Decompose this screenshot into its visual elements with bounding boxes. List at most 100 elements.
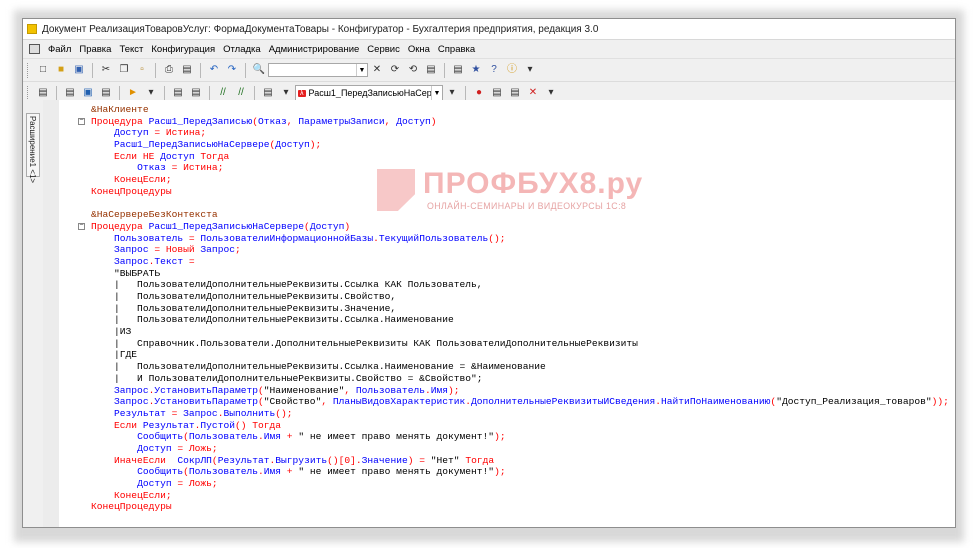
code-line[interactable]: Запрос.УстановитьПараметр("Наименование"… xyxy=(59,385,949,397)
database-icon[interactable]: ▣ xyxy=(81,87,95,100)
block-icon[interactable]: ▤ xyxy=(171,87,185,100)
code-line[interactable]: Результат = Запрос.Выполнить(); xyxy=(59,408,949,420)
code-line[interactable]: Процедура Расш1_ПередЗаписью(Отказ, Пара… xyxy=(59,116,949,128)
find-icon[interactable]: 🔍 xyxy=(252,64,266,77)
comment-icon[interactable]: // xyxy=(216,87,230,100)
breakpoint-icon[interactable]: ● xyxy=(472,87,486,100)
chevron-down-icon[interactable]: ▼ xyxy=(431,86,442,100)
find-next-icon[interactable]: ⟳ xyxy=(388,64,402,77)
find-previous-icon[interactable]: ⟲ xyxy=(406,64,420,77)
block-format-icon[interactable]: ▤ xyxy=(189,87,203,100)
menu-configuration[interactable]: Конфигурация xyxy=(147,44,219,55)
code-line[interactable]: &НаКлиенте xyxy=(59,104,949,116)
syntax-assistant-icon[interactable]: ▤ xyxy=(451,64,465,77)
cut-icon[interactable]: ✂ xyxy=(99,64,113,77)
toolbar-grip[interactable] xyxy=(27,62,31,78)
code-line[interactable]: Сообщить(Пользователь.Имя + " не имеет п… xyxy=(59,466,949,478)
toolbar-options-icon[interactable]: ▾ xyxy=(144,87,158,100)
undo-icon[interactable]: ↶ xyxy=(207,64,221,77)
code-line[interactable]: Расш1_ПередЗаписьюНаСервере(Доступ); xyxy=(59,139,949,151)
disable-breakpoint-icon[interactable]: ▤ xyxy=(490,87,504,100)
window-list-icon[interactable]: ▤ xyxy=(99,87,113,100)
print-icon[interactable]: ⎙ xyxy=(162,64,176,77)
redo-icon[interactable]: ↷ xyxy=(225,64,239,77)
code-line[interactable]: Пользователь = ПользователиИнформационно… xyxy=(59,233,949,245)
chevron-down-icon[interactable]: ▼ xyxy=(356,64,367,76)
procedure-selector[interactable]: λ Расш1_ПередЗаписьюНаСерве ▼ xyxy=(295,85,443,101)
help-icon[interactable]: ? xyxy=(487,64,501,77)
code-line-text: "ВЫБРАТЬ xyxy=(91,267,161,279)
code-line[interactable]: |ИЗ xyxy=(59,326,949,338)
paste-icon[interactable]: ▫ xyxy=(135,64,149,77)
code-line[interactable]: Процедура Расш1_ПередЗаписьюНаСервере(До… xyxy=(59,221,949,233)
menu-debug[interactable]: Отладка xyxy=(219,44,265,55)
code-line[interactable]: КонецПроцедуры xyxy=(59,501,949,513)
start-debugging-icon[interactable]: ► xyxy=(126,87,140,100)
menu-text[interactable]: Текст xyxy=(115,44,147,55)
code-line[interactable]: КонецЕсли; xyxy=(59,490,949,502)
code-line[interactable]: | И ПользователиДополнительныеРеквизиты.… xyxy=(59,373,949,385)
toolbar-separator xyxy=(444,62,445,78)
code-line[interactable]: | ПользователиДополнительныеРеквизиты.Сс… xyxy=(59,314,949,326)
code-line[interactable]: | ПользователиДополнительныеРеквизиты.Сс… xyxy=(59,361,949,373)
toolbar-options-icon[interactable]: ▾ xyxy=(544,87,558,100)
toolbar-separator xyxy=(465,85,466,101)
code-line[interactable]: Если Результат.Пустой() Тогда xyxy=(59,420,949,432)
window-menu-icon[interactable] xyxy=(29,44,40,54)
wizard-icon[interactable]: ★ xyxy=(469,64,483,77)
toolbar-grip[interactable] xyxy=(27,85,31,101)
code-line[interactable]: Запрос.УстановитьПараметр("Свойство", Пл… xyxy=(59,396,949,408)
preview-icon[interactable]: ▤ xyxy=(180,64,194,77)
menu-help[interactable]: Справка xyxy=(434,44,479,55)
code-line-text: Сообщить(Пользователь.Имя + " не имеет п… xyxy=(137,466,506,478)
procedure-list-icon[interactable]: ▤ xyxy=(261,87,275,100)
code-line[interactable]: "ВЫБРАТЬ xyxy=(59,268,949,280)
delete-breakpoints-icon[interactable]: ✕ xyxy=(526,87,540,100)
menu-file[interactable]: Файл xyxy=(44,44,75,55)
code-line[interactable]: Запрос.Текст = xyxy=(59,256,949,268)
code-line[interactable]: Доступ = Истина; xyxy=(59,127,949,139)
code-line-text: Если Результат.Пустой() Тогда xyxy=(114,419,282,431)
code-line-text: |ГДЕ xyxy=(91,349,138,361)
code-line[interactable]: | ПользователиДополнительныеРеквизиты.Зн… xyxy=(59,303,949,315)
code-line[interactable]: Если НЕ Доступ Тогда xyxy=(59,151,949,163)
menu-administration[interactable]: Администрирование xyxy=(265,44,364,55)
toolbar-options-icon[interactable]: ▾ xyxy=(445,87,459,100)
toolbar-options-icon[interactable]: ▾ xyxy=(279,87,293,100)
save-icon[interactable]: ▣ xyxy=(72,64,86,77)
code-line[interactable]: | ПользователиДополнительныеРеквизиты.Сс… xyxy=(59,279,949,291)
code-line-text: Запрос.Текст = xyxy=(114,255,195,267)
menu-edit[interactable]: Правка xyxy=(75,44,115,55)
code-line-text: Процедура Расш1_ПередЗаписью(Отказ, Пара… xyxy=(91,115,437,127)
code-line-text: КонецЕсли; xyxy=(114,489,172,501)
new-document-icon[interactable]: □ xyxy=(36,64,50,77)
code-line[interactable]: |ГДЕ xyxy=(59,349,949,361)
extension-side-tab[interactable]: Расширение1 <1> xyxy=(26,113,40,183)
code-line[interactable]: Доступ = Ложь; xyxy=(59,443,949,455)
fold-toggle-icon[interactable]: − xyxy=(78,222,85,230)
editor-gutter[interactable] xyxy=(43,100,60,527)
breakpoint-list-icon[interactable]: ▤ xyxy=(508,87,522,100)
code-area[interactable]: &НаКлиенте Процедура Расш1_ПередЗаписью(О… xyxy=(59,100,955,527)
code-line[interactable]: ИначеЕсли СокрЛП(Результат.Выгрузить()[0… xyxy=(59,455,949,467)
menu-windows[interactable]: Окна xyxy=(404,44,434,55)
update-database-icon[interactable]: ▤ xyxy=(63,87,77,100)
code-line[interactable]: | Справочник.Пользователи.Дополнительные… xyxy=(59,338,949,350)
open-folder-icon[interactable]: ■ xyxy=(54,64,68,77)
code-line[interactable]: Сообщить(Пользователь.Имя + " не имеет п… xyxy=(59,431,949,443)
code-line[interactable]: Запрос = Новый Запрос; xyxy=(59,244,949,256)
toolbar-options-icon[interactable]: ▾ xyxy=(523,64,537,77)
uncomment-icon[interactable]: // xyxy=(234,87,248,100)
code-line[interactable]: Доступ = Ложь; xyxy=(59,478,949,490)
clear-search-icon[interactable]: ✕ xyxy=(370,64,384,77)
code-line[interactable]: | ПользователиДополнительныеРеквизиты.Св… xyxy=(59,291,949,303)
code-text[interactable]: &НаКлиенте Процедура Расш1_ПередЗаписью(О… xyxy=(59,104,949,513)
search-combo[interactable]: ▼ xyxy=(268,63,368,77)
copy-icon[interactable]: ❐ xyxy=(117,64,131,77)
fold-toggle-icon[interactable]: − xyxy=(78,117,85,125)
configuration-tree-icon[interactable]: ▤ xyxy=(36,87,50,100)
info-icon[interactable]: ⓘ xyxy=(505,64,519,77)
menu-service[interactable]: Сервис xyxy=(363,44,404,55)
code-line-text: КонецПроцедуры xyxy=(91,501,172,513)
replace-icon[interactable]: ▤ xyxy=(424,64,438,77)
